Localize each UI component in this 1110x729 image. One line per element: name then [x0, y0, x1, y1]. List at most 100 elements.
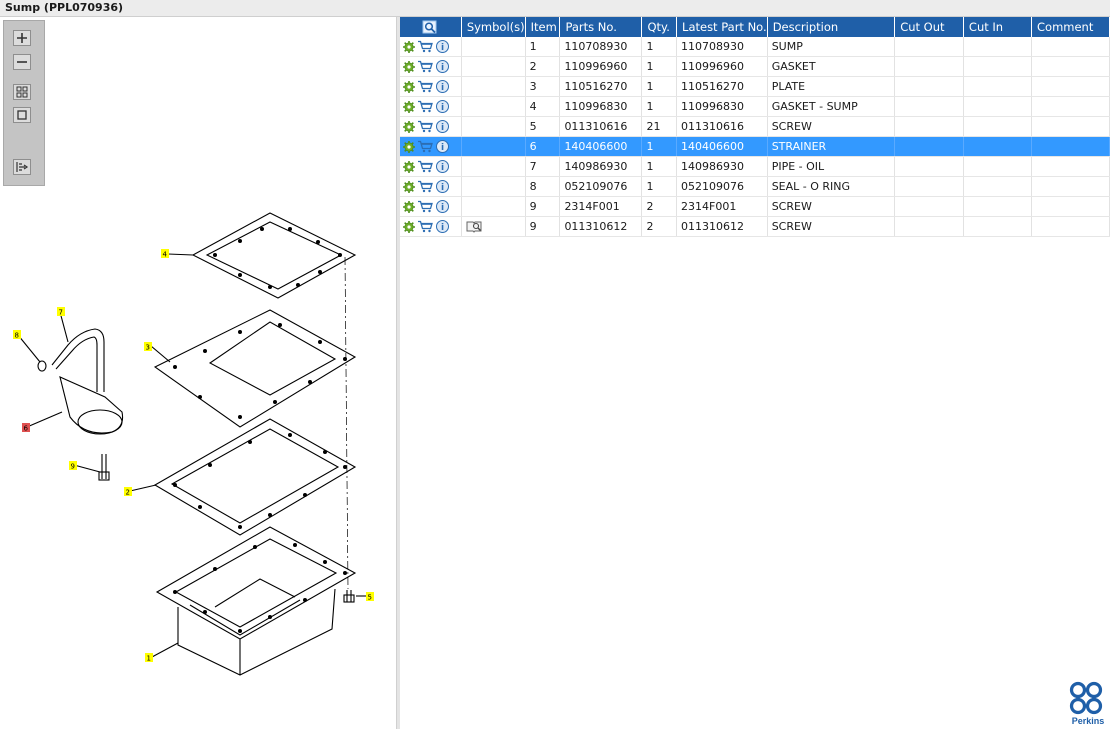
- row-actions[interactable]: i: [400, 216, 462, 237]
- table-row[interactable]: i 4 110996830 1 110996830 GASKET - SUMP: [400, 96, 1110, 117]
- column-header-parts-no[interactable]: Parts No.: [559, 17, 643, 37]
- row-symbols[interactable]: [461, 156, 526, 177]
- diagram-pane[interactable]: 4 7 8 3 6 9 2 5 1: [0, 17, 396, 729]
- export-icon: [16, 162, 29, 172]
- fit-button[interactable]: [13, 84, 31, 100]
- row-comment: [1031, 176, 1110, 197]
- row-cut-out: [894, 156, 964, 177]
- callout-5[interactable]: 5: [368, 594, 372, 602]
- row-item: 9: [525, 216, 561, 237]
- row-symbols[interactable]: [461, 176, 526, 197]
- row-cut-out: [894, 76, 964, 97]
- row-cut-in: [963, 76, 1033, 97]
- table-row[interactable]: i 8 052109076 1 052109076 SEAL - O RING: [400, 176, 1110, 197]
- row-description: STRAINER: [767, 136, 896, 157]
- zoom-out-icon: [17, 61, 27, 63]
- callout-9[interactable]: 9: [71, 463, 75, 471]
- row-latest-part-no: 052109076: [676, 176, 768, 197]
- actual-size-button[interactable]: [13, 107, 31, 123]
- row-symbols[interactable]: [461, 76, 526, 97]
- callout-2[interactable]: 2: [126, 489, 130, 497]
- part-pipe-oil: [51, 328, 105, 392]
- table-row[interactable]: i 9 011310612 2 011310612 SCREW: [400, 216, 1110, 237]
- table-row[interactable]: i 9 2314F001 2 2314F001 SCREW: [400, 196, 1110, 217]
- table-row[interactable]: i 3 110516270 1 110516270 PLATE: [400, 76, 1110, 97]
- cart-icon: [418, 221, 433, 233]
- column-header-qty[interactable]: Qty.: [641, 17, 678, 37]
- column-header-actions[interactable]: [400, 17, 462, 37]
- callout-4[interactable]: 4: [163, 251, 168, 259]
- exploded-diagram[interactable]: 4 7 8 3 6 9 2 5 1: [0, 177, 396, 697]
- perkins-logo: Perkins: [1069, 681, 1105, 726]
- row-description: SCREW: [767, 116, 896, 137]
- column-header-description[interactable]: Description: [767, 17, 896, 37]
- row-symbols[interactable]: [461, 196, 526, 217]
- callout-8[interactable]: 8: [15, 332, 19, 340]
- callout-3[interactable]: 3: [146, 344, 150, 352]
- row-comment: [1031, 196, 1110, 217]
- table-row[interactable]: i 6 140406600 1 140406600 STRAINER: [400, 136, 1110, 157]
- row-parts-no: 110996960: [559, 56, 643, 77]
- row-actions[interactable]: i: [400, 96, 462, 117]
- row-latest-part-no: 140986930: [676, 156, 768, 177]
- cart-icon: [418, 161, 433, 173]
- table-row[interactable]: i 1 110708930 1 110708930 SUMP: [400, 37, 1110, 57]
- row-item: 3: [525, 76, 561, 97]
- row-actions[interactable]: i: [400, 196, 462, 217]
- row-item: 6: [525, 136, 561, 157]
- row-qty: 1: [641, 96, 678, 117]
- book-search-icon: [466, 221, 482, 233]
- column-header-cut-out[interactable]: Cut Out: [894, 17, 964, 37]
- row-symbols[interactable]: [461, 136, 526, 157]
- row-symbols[interactable]: [461, 216, 526, 237]
- column-header-latest-part-no[interactable]: Latest Part No.: [676, 17, 768, 37]
- row-actions[interactable]: i: [400, 136, 462, 157]
- row-latest-part-no: 110996830: [676, 96, 768, 117]
- row-latest-part-no: 110516270: [676, 76, 768, 97]
- row-symbols[interactable]: [461, 116, 526, 137]
- row-symbols[interactable]: [461, 56, 526, 77]
- row-qty: 1: [641, 37, 678, 57]
- callout-6[interactable]: 6: [24, 425, 29, 433]
- info-icon: i: [436, 140, 449, 154]
- row-actions[interactable]: i: [400, 56, 462, 77]
- table-row[interactable]: i 5 011310616 21 011310616 SCREW: [400, 116, 1110, 137]
- row-item: 2: [525, 56, 561, 77]
- row-description: PLATE: [767, 76, 896, 97]
- export-button[interactable]: [13, 159, 31, 175]
- row-cut-in: [963, 216, 1033, 237]
- svg-text:Perkins: Perkins: [1072, 716, 1105, 726]
- zoom-out-button[interactable]: [13, 54, 31, 70]
- row-latest-part-no: 011310612: [676, 216, 768, 237]
- row-actions[interactable]: i: [400, 156, 462, 177]
- table-row[interactable]: i 7 140986930 1 140986930 PIPE - OIL: [400, 156, 1110, 177]
- row-actions[interactable]: i: [400, 116, 462, 137]
- row-item: 5: [525, 116, 561, 137]
- row-parts-no: 011310616: [559, 116, 643, 137]
- row-symbols[interactable]: [461, 96, 526, 117]
- row-actions[interactable]: i: [400, 37, 462, 57]
- zoom-in-button[interactable]: [13, 30, 31, 46]
- info-icon: i: [436, 160, 449, 174]
- callout-1[interactable]: 1: [147, 655, 151, 663]
- part-screw-5: [343, 590, 355, 603]
- row-qty: 1: [641, 56, 678, 77]
- row-actions[interactable]: i: [400, 76, 462, 97]
- callout-7[interactable]: 7: [59, 309, 63, 317]
- column-header-cut-in[interactable]: Cut In: [963, 17, 1033, 37]
- column-header-symbols[interactable]: Symbol(s): [461, 17, 526, 37]
- row-symbols[interactable]: [461, 37, 526, 57]
- row-description: GASKET - SUMP: [767, 96, 896, 117]
- title-bar: Sump (PPL070936): [0, 0, 1110, 17]
- row-latest-part-no: 011310616: [676, 116, 768, 137]
- table-row[interactable]: i 2 110996960 1 110996960 GASKET: [400, 56, 1110, 77]
- gear-icon: [403, 80, 415, 93]
- row-description: GASKET: [767, 56, 896, 77]
- column-header-item[interactable]: Item: [525, 17, 561, 37]
- row-item: 4: [525, 96, 561, 117]
- column-header-comment[interactable]: Comment: [1031, 17, 1110, 37]
- row-actions[interactable]: i: [400, 176, 462, 197]
- row-cut-in: [963, 37, 1033, 57]
- row-latest-part-no: 140406600: [676, 136, 768, 157]
- info-icon: i: [436, 60, 449, 74]
